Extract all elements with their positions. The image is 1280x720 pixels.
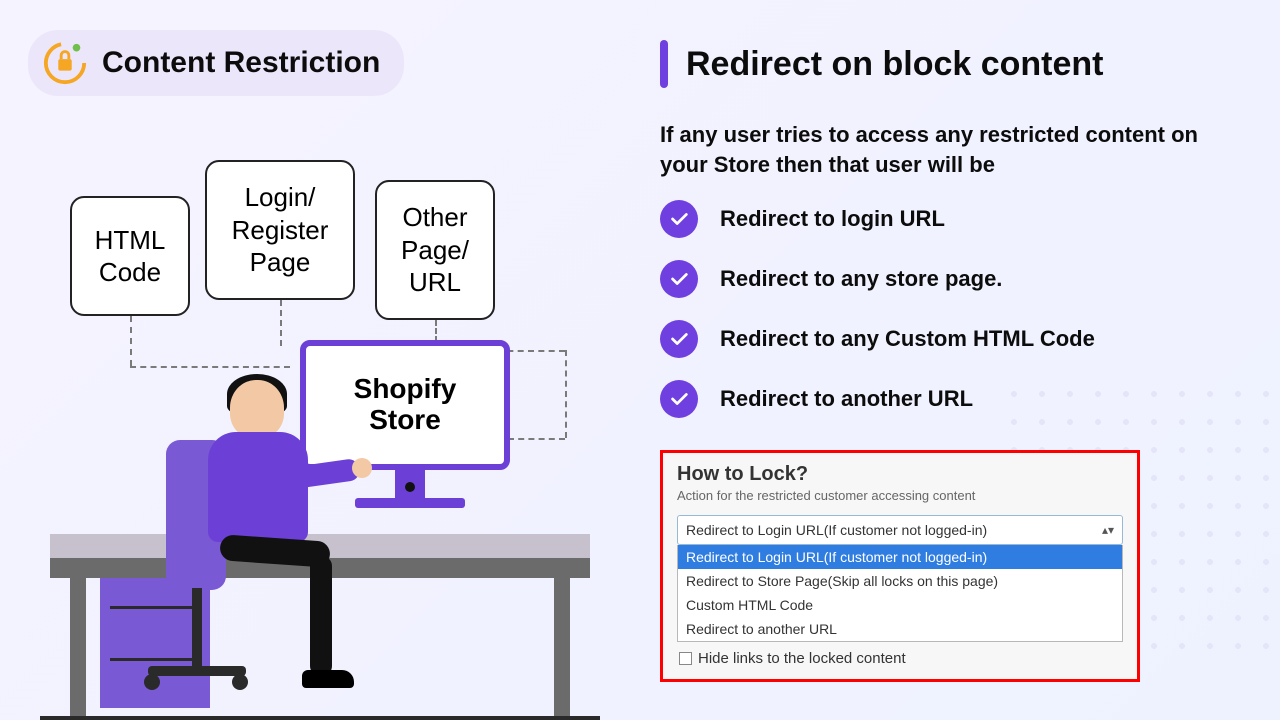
panel-subtitle: Action for the restricted customer acces… — [677, 488, 1123, 503]
dropdown-option[interactable]: Redirect to another URL — [678, 617, 1122, 641]
camera-dot-icon — [405, 482, 415, 492]
how-to-lock-panel: How to Lock? Action for the restricted c… — [660, 450, 1140, 682]
check-icon — [660, 200, 698, 238]
section-description: If any user tries to access any restrict… — [660, 120, 1220, 179]
bullet-item: Redirect to any store page. — [660, 260, 1220, 298]
lock-action-select[interactable]: Redirect to Login URL(If customer not lo… — [677, 515, 1123, 545]
content-restriction-badge: Content Restriction — [28, 30, 404, 96]
dropdown-option[interactable]: Custom HTML Code — [678, 593, 1122, 617]
chevron-updown-icon: ▴▾ — [1102, 523, 1114, 537]
check-icon — [660, 320, 698, 358]
dropdown-option[interactable]: Redirect to Store Page(Skip all locks on… — [678, 569, 1122, 593]
bullet-item: Redirect to another URL — [660, 380, 1220, 418]
check-icon — [660, 380, 698, 418]
card-other-page: Other Page/ URL — [375, 180, 495, 320]
person-icon — [190, 380, 390, 720]
hide-links-checkbox-row[interactable]: Hide links to the locked content — [677, 642, 1123, 671]
check-icon — [660, 260, 698, 298]
badge-label: Content Restriction — [102, 46, 380, 80]
diagram-area: HTML Code Login/ Register Page Other Pag… — [30, 160, 590, 680]
card-login-register: Login/ Register Page — [205, 160, 355, 300]
desk-illustration: Shopify Store — [50, 340, 590, 680]
select-value: Redirect to Login URL(If customer not lo… — [686, 522, 987, 538]
dropdown-option[interactable]: Redirect to Login URL(If customer not lo… — [678, 545, 1122, 569]
lock-action-dropdown: Redirect to Login URL(If customer not lo… — [677, 545, 1123, 642]
accent-bar-icon — [660, 40, 668, 88]
panel-title: How to Lock? — [677, 463, 1123, 486]
bullet-list: Redirect to login URL Redirect to any st… — [660, 200, 1220, 440]
lock-brand-icon — [42, 40, 88, 86]
left-column: Content Restriction HTML Code Login/ Reg… — [0, 0, 620, 720]
right-column: Redirect on block content If any user tr… — [640, 0, 1260, 720]
checkbox-label: Hide links to the locked content — [698, 650, 906, 667]
bullet-item: Redirect to login URL — [660, 200, 1220, 238]
section-heading: Redirect on block content — [686, 45, 1104, 84]
checkbox-icon[interactable] — [679, 652, 692, 665]
card-html-code: HTML Code — [70, 196, 190, 316]
heading-row: Redirect on block content — [660, 40, 1104, 88]
bullet-item: Redirect to any Custom HTML Code — [660, 320, 1220, 358]
